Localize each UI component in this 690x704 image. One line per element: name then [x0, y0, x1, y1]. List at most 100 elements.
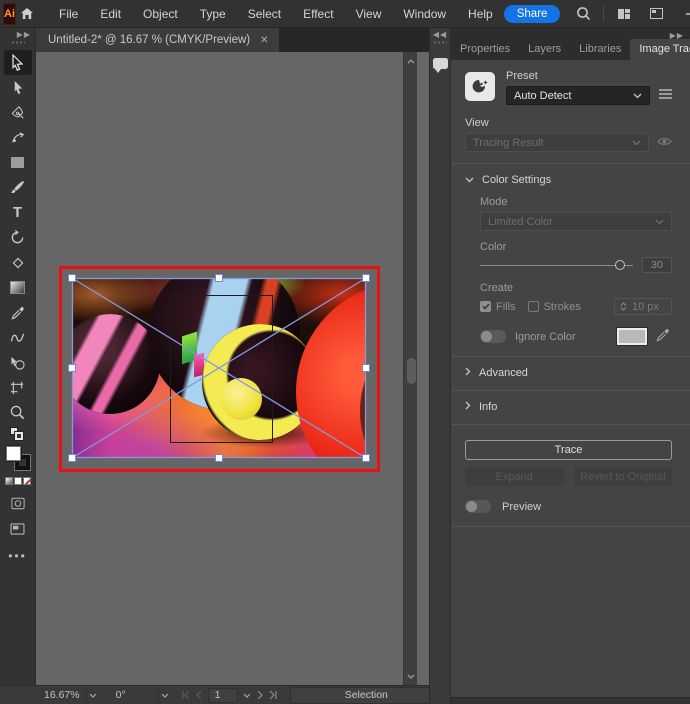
info-label: Info	[479, 401, 497, 413]
curvature-tool[interactable]	[4, 125, 32, 150]
fill-swatch[interactable]	[6, 446, 21, 461]
first-artboard-icon[interactable]	[180, 688, 193, 703]
last-artboard-icon[interactable]	[267, 688, 280, 703]
vertical-scrollbar[interactable]	[403, 52, 417, 685]
color-slider	[480, 260, 633, 271]
artboard-dropdown-icon[interactable]	[240, 688, 254, 703]
image-trace-panel: Preset Auto Detect View Tr	[451, 60, 690, 697]
direct-selection-tool[interactable]	[4, 75, 32, 100]
titlebar-right: Share	[504, 1, 690, 27]
window-controls	[677, 1, 690, 27]
panel-tabbar: ▶▶ Properties Layers Libraries Image Tra…	[451, 28, 690, 60]
tab-image-trace[interactable]: Image Trace	[630, 39, 690, 60]
strokes-checkbox	[528, 301, 539, 312]
menu-object[interactable]: Object	[132, 0, 189, 28]
gradient-button[interactable]	[14, 477, 22, 485]
menu-view[interactable]: View	[345, 0, 393, 28]
titlebar: Ai File Edit Object Type Select Effect V…	[0, 0, 690, 28]
comment-tool-icon[interactable]	[433, 58, 448, 69]
ignore-color-swatch	[617, 328, 647, 345]
fills-label: Fills	[496, 301, 516, 313]
canvas[interactable]	[36, 52, 429, 685]
app-logo-icon: Ai	[3, 3, 16, 25]
search-icon[interactable]	[570, 3, 596, 25]
artboard-tool[interactable]	[4, 375, 32, 400]
rotation-field[interactable]: 0°	[110, 688, 144, 703]
fill-stroke-indicator[interactable]	[4, 443, 32, 473]
edit-toolbar-icon[interactable]: •••	[8, 549, 27, 563]
panel-expand-icon[interactable]: ▶▶	[670, 31, 684, 40]
toolbar-grip[interactable]	[11, 41, 25, 44]
ignore-color-toggle	[480, 330, 506, 343]
ignore-color-label: Ignore Color	[515, 331, 576, 343]
color-value-field: 30	[642, 257, 672, 273]
previous-artboard-icon[interactable]	[193, 688, 206, 703]
artboard-navigation: 1	[180, 687, 280, 704]
trace-button[interactable]: Trace	[465, 440, 672, 460]
zoom-dropdown-icon[interactable]	[86, 688, 100, 703]
pen-tool[interactable]	[4, 100, 32, 125]
arrange-documents-icon[interactable]	[643, 3, 669, 25]
tab-layers[interactable]: Layers	[519, 39, 570, 60]
swap-fill-stroke-icon[interactable]	[4, 425, 32, 443]
type-tool[interactable]: T	[4, 200, 32, 225]
share-button[interactable]: Share	[504, 5, 561, 23]
placed-image[interactable]	[72, 278, 366, 458]
menu-edit[interactable]: Edit	[89, 0, 132, 28]
next-artboard-icon[interactable]	[254, 688, 267, 703]
workspace-switcher-icon[interactable]	[611, 3, 637, 25]
color-settings-header[interactable]: Color Settings	[465, 174, 672, 186]
toolbar-expand-icon[interactable]: ▶▶	[17, 30, 31, 39]
scrollbar-thumb[interactable]	[407, 358, 416, 384]
shaper-tool[interactable]	[4, 325, 32, 350]
advanced-section-header[interactable]: Advanced	[465, 367, 672, 379]
screen-mode-icon[interactable]	[4, 516, 32, 541]
mode-value: Limited Color	[488, 216, 553, 228]
artboard-number-field[interactable]: 1	[208, 688, 238, 703]
stroke-width-stepper: 10 px	[614, 298, 672, 315]
info-section-header[interactable]: Info	[465, 401, 672, 413]
zoom-tool[interactable]	[4, 400, 32, 425]
document-tab-close-icon[interactable]: ✕	[260, 35, 268, 46]
mode-select: Limited Color	[480, 212, 672, 231]
rectangle-tool[interactable]	[4, 150, 32, 175]
shape-builder-tool[interactable]	[4, 350, 32, 375]
color-button[interactable]	[5, 477, 13, 485]
right-panel: ▶▶ Properties Layers Libraries Image Tra…	[451, 28, 690, 704]
home-icon[interactable]	[20, 3, 34, 25]
menu-type[interactable]: Type	[189, 0, 237, 28]
view-eye-icon	[657, 137, 672, 149]
zoom-level-field[interactable]: 16.67%	[38, 688, 86, 703]
menu-effect[interactable]: Effect	[292, 0, 344, 28]
rotation-dropdown-icon[interactable]	[158, 688, 172, 703]
gradient-tool[interactable]	[4, 275, 32, 300]
menu-file[interactable]: File	[48, 0, 89, 28]
dock-collapse-icon[interactable]: ◀◀	[433, 30, 447, 39]
stroke-width-value: 10 px	[632, 301, 659, 313]
eraser-tool[interactable]	[4, 250, 32, 275]
scroll-up-icon[interactable]	[404, 54, 418, 68]
paintbrush-tool[interactable]	[4, 175, 32, 200]
drawing-modes-icon[interactable]	[4, 491, 32, 516]
document-tab[interactable]: Untitled-2* @ 16.67 % (CMYK/Preview) ✕	[36, 28, 279, 52]
menu-help[interactable]: Help	[457, 0, 504, 28]
view-value: Tracing Result	[473, 137, 544, 149]
menu-window[interactable]: Window	[392, 0, 457, 28]
panel-footer	[451, 697, 690, 704]
color-slider-handle	[615, 260, 625, 270]
none-button[interactable]	[23, 477, 31, 485]
tab-libraries[interactable]: Libraries	[570, 39, 630, 60]
tab-properties[interactable]: Properties	[451, 39, 519, 60]
comment-dock: ◀◀	[429, 28, 451, 704]
preview-toggle[interactable]	[465, 500, 491, 513]
fills-checkbox	[480, 301, 491, 312]
menu-select[interactable]: Select	[237, 0, 292, 28]
preset-menu-icon[interactable]	[659, 89, 672, 102]
eyedropper-tool[interactable]	[4, 300, 32, 325]
scroll-down-icon[interactable]	[404, 669, 418, 683]
selection-tool[interactable]	[4, 50, 32, 75]
preset-select[interactable]: Auto Detect	[506, 86, 650, 105]
rotate-tool[interactable]	[4, 225, 32, 250]
dock-grip[interactable]	[433, 41, 447, 44]
minimize-button[interactable]	[677, 1, 690, 27]
